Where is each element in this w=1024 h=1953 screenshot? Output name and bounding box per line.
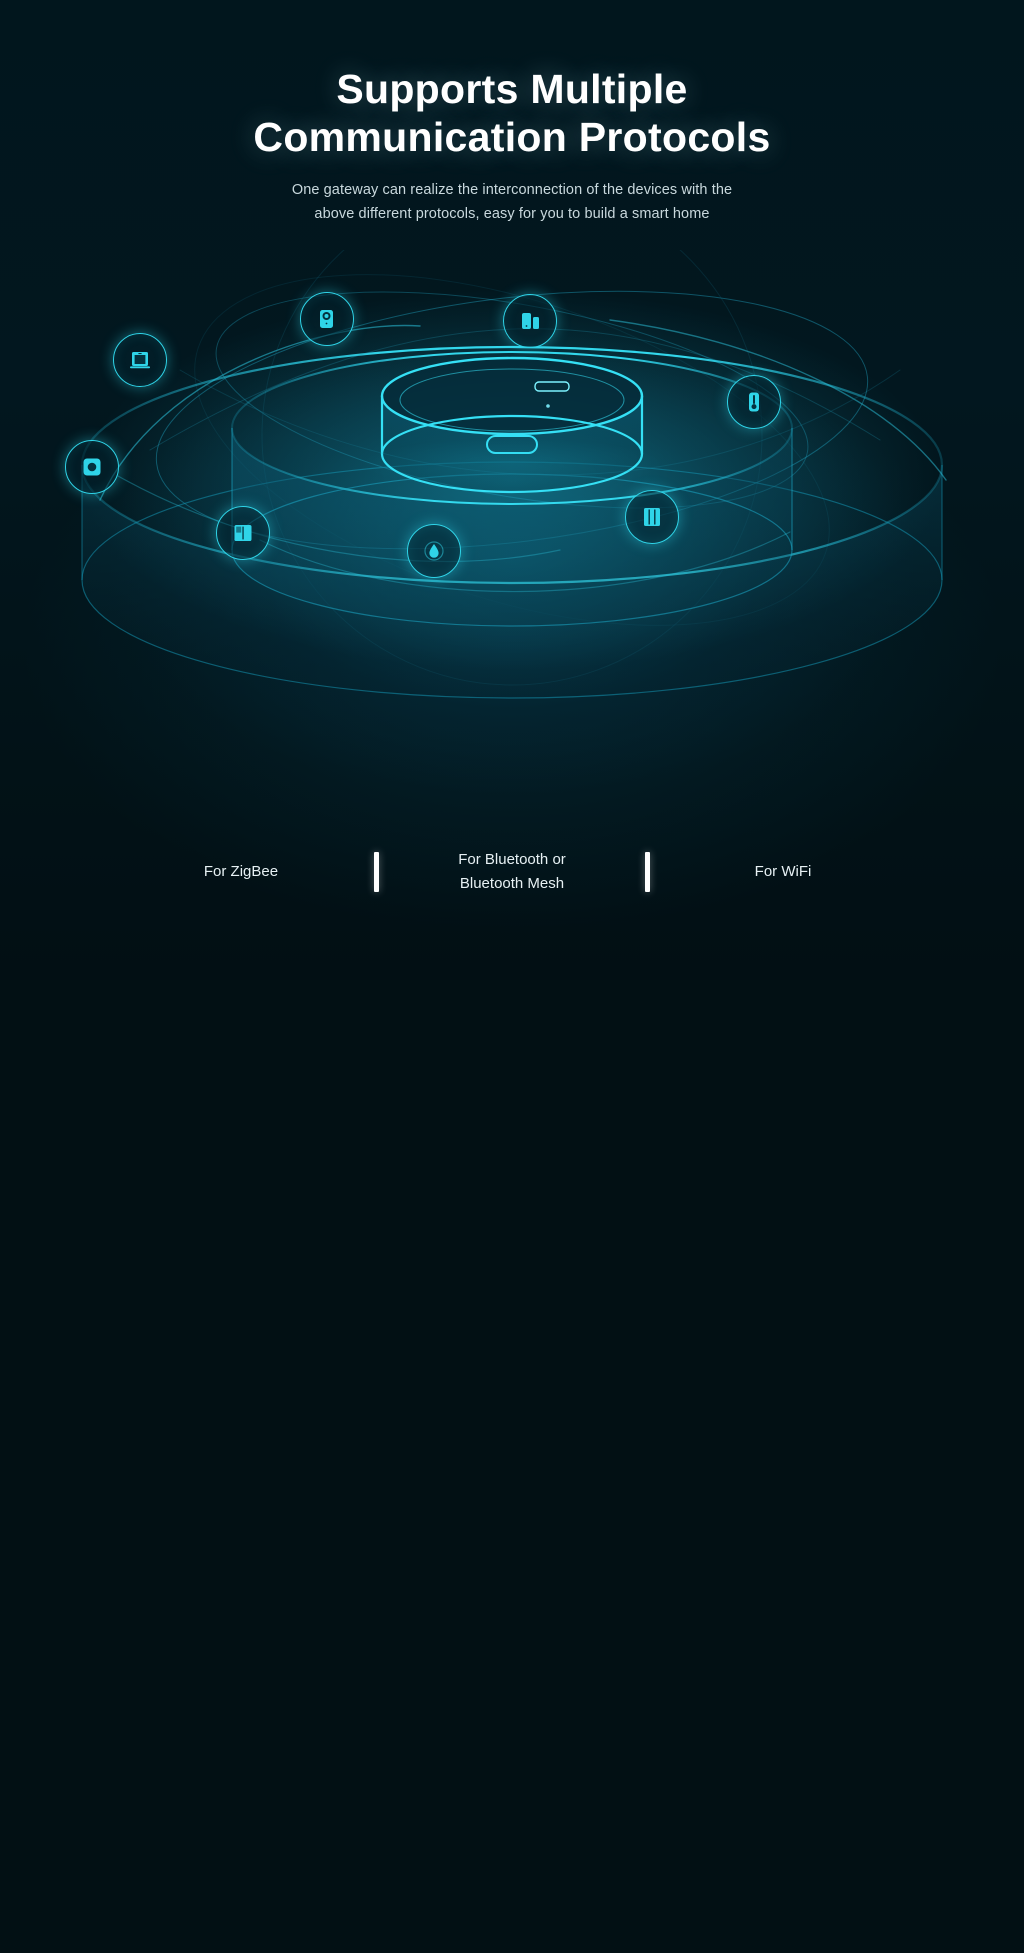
page-title-line-2: Communication Protocols: [253, 113, 771, 160]
legend-item-wifi: For WiFi: [708, 860, 858, 884]
legend-item-bluetooth: For Bluetooth or Bluetooth Mesh: [437, 848, 587, 896]
camera-icon: [320, 310, 333, 328]
page-title: Supports Multiple Communication Protocol…: [132, 66, 892, 161]
curtain-icon: [644, 508, 660, 526]
page-subtitle-line-2: above different protocols, easy for you …: [314, 205, 710, 222]
device-node-curtain[interactable]: [625, 490, 679, 544]
device-node-water-sensor[interactable]: [407, 524, 461, 578]
hero-section: Supports Multiple Communication Protocol…: [0, 0, 1024, 980]
door-sensor-icon: [522, 313, 539, 329]
device-node-camera[interactable]: [300, 292, 354, 346]
page-subtitle: One gateway can realize the interconnect…: [212, 179, 812, 226]
device-node-door-sensor[interactable]: [503, 294, 557, 348]
legend-item-zigbee-line-1: For ZigBee: [203, 863, 279, 880]
legend-item-zigbee: For ZigBee: [166, 860, 316, 884]
page-title-line-1: Supports Multiple: [336, 66, 688, 112]
protocol-legend: For ZigBee For Bluetooth or Bluetooth Me…: [0, 848, 1024, 896]
water-sensor-icon: [424, 541, 444, 561]
device-node-laptop[interactable]: [113, 333, 167, 387]
temperature-sensor-icon: [749, 392, 759, 412]
product-page: Supports Multiple Communication Protocol…: [0, 0, 1024, 1953]
legend-divider-2: [645, 852, 650, 892]
page-subtitle-line-1: One gateway can realize the interconnect…: [291, 182, 733, 199]
device-node-motion-sensor[interactable]: [65, 440, 119, 494]
laptop-icon: [130, 352, 150, 369]
legend-item-bluetooth-line-1: For Bluetooth or: [458, 851, 566, 868]
device-node-wall-switch[interactable]: [216, 506, 270, 560]
arrangement-effect-section: 排列 效果: [0, 1560, 1024, 1900]
elements-composition-section: 元素 构成: [0, 980, 1024, 1560]
legend-item-bluetooth-line-2: Bluetooth Mesh: [459, 875, 565, 892]
wall-switch-icon: [234, 525, 252, 541]
gateway-illustration: [0, 250, 1024, 810]
hero-header: Supports Multiple Communication Protocol…: [0, 0, 1024, 226]
device-node-temperature-sensor[interactable]: [727, 375, 781, 429]
legend-divider-1: [374, 852, 379, 892]
motion-sensor-icon: [83, 458, 101, 476]
legend-item-wifi-line-1: For WiFi: [754, 863, 812, 880]
